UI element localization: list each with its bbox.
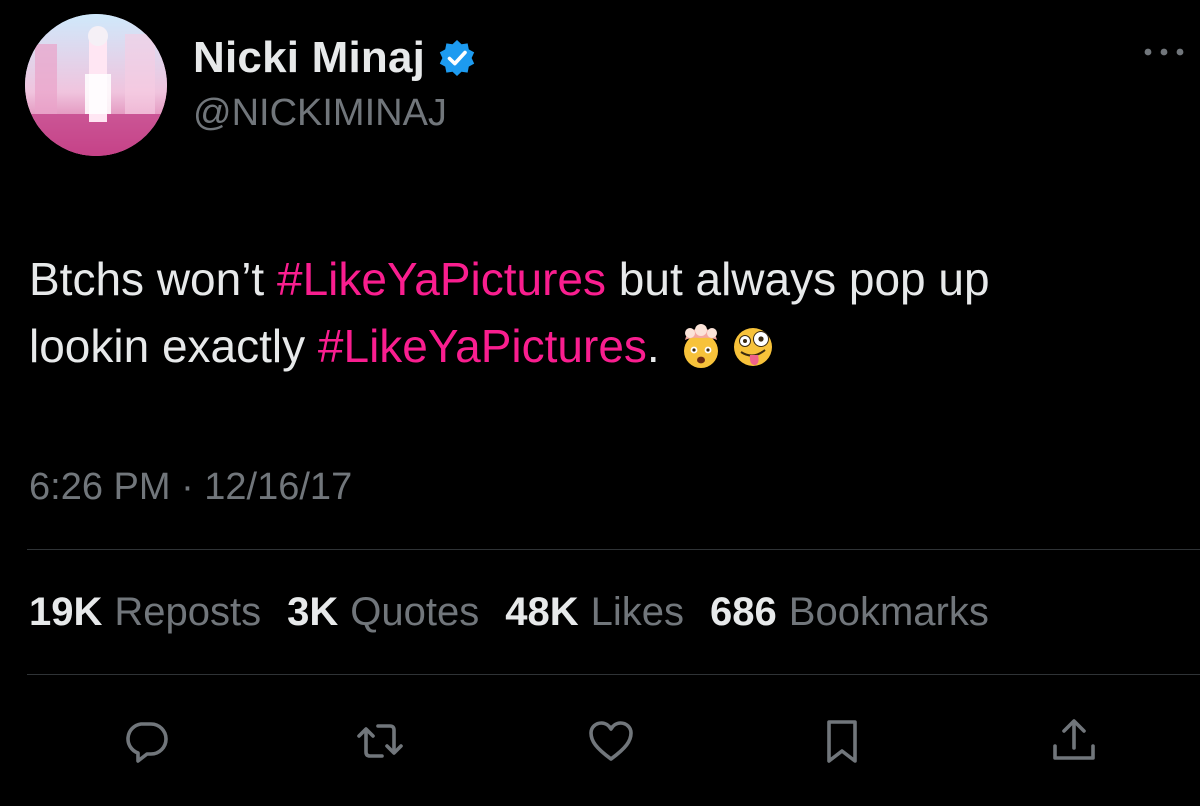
- stat-count: 686: [710, 590, 777, 634]
- tweet-detail: Nicki Minaj @NICKIMINAJ Btchs won’t #Lik…: [0, 0, 1200, 806]
- author-handle[interactable]: @NICKIMINAJ: [193, 92, 447, 135]
- share-icon[interactable]: [1049, 716, 1099, 766]
- exploding-head-emoji: [684, 324, 719, 368]
- tweet-text-line-1: Btchs won’t #LikeYaPictures but always p…: [29, 246, 1189, 313]
- stat-label: Quotes: [350, 590, 480, 634]
- stat-label: Likes: [590, 590, 685, 634]
- stat-count: 48K: [505, 590, 579, 634]
- tweet-text: Btchs won’t #LikeYaPictures but always p…: [29, 246, 1189, 380]
- more-options-icon[interactable]: [1140, 40, 1188, 64]
- display-name[interactable]: Nicki Minaj: [193, 33, 425, 83]
- stat-reposts[interactable]: 19K Reposts: [29, 590, 261, 635]
- divider: [27, 674, 1200, 675]
- engagement-stats: 19K Reposts 3K Quotes 48K Likes 686 Bookmark…: [29, 590, 1015, 635]
- stat-label: Reposts: [114, 590, 262, 634]
- bookmark-icon[interactable]: [817, 716, 867, 766]
- text-segment: Btchs won’t: [29, 253, 277, 305]
- tweet-timestamp[interactable]: 6:26 PM · 12/16/17: [29, 466, 352, 509]
- avatar-image: [25, 14, 167, 156]
- stat-label: Bookmarks: [788, 590, 989, 634]
- stat-quotes[interactable]: 3K Quotes: [287, 590, 479, 635]
- tweet-text-line-2: lookin exactly #LikeYaPictures.: [29, 313, 1189, 380]
- stat-count: 19K: [29, 590, 103, 634]
- hashtag-link[interactable]: #LikeYaPictures: [277, 253, 606, 305]
- repost-icon[interactable]: [355, 716, 405, 766]
- stat-likes[interactable]: 48K Likes: [505, 590, 684, 635]
- avatar[interactable]: [25, 14, 167, 156]
- divider: [27, 549, 1200, 550]
- stat-bookmarks[interactable]: 686 Bookmarks: [710, 590, 989, 635]
- reply-icon[interactable]: [121, 716, 171, 766]
- text-segment: but always pop up: [606, 253, 990, 305]
- verified-badge-icon: [439, 40, 475, 76]
- like-icon[interactable]: [586, 716, 636, 766]
- stat-count: 3K: [287, 590, 339, 634]
- text-segment: lookin exactly: [29, 320, 318, 372]
- hashtag-link[interactable]: #LikeYaPictures: [318, 320, 647, 372]
- zany-face-emoji: [734, 328, 773, 366]
- text-segment: .: [646, 320, 673, 372]
- author-name-row[interactable]: Nicki Minaj: [193, 30, 477, 86]
